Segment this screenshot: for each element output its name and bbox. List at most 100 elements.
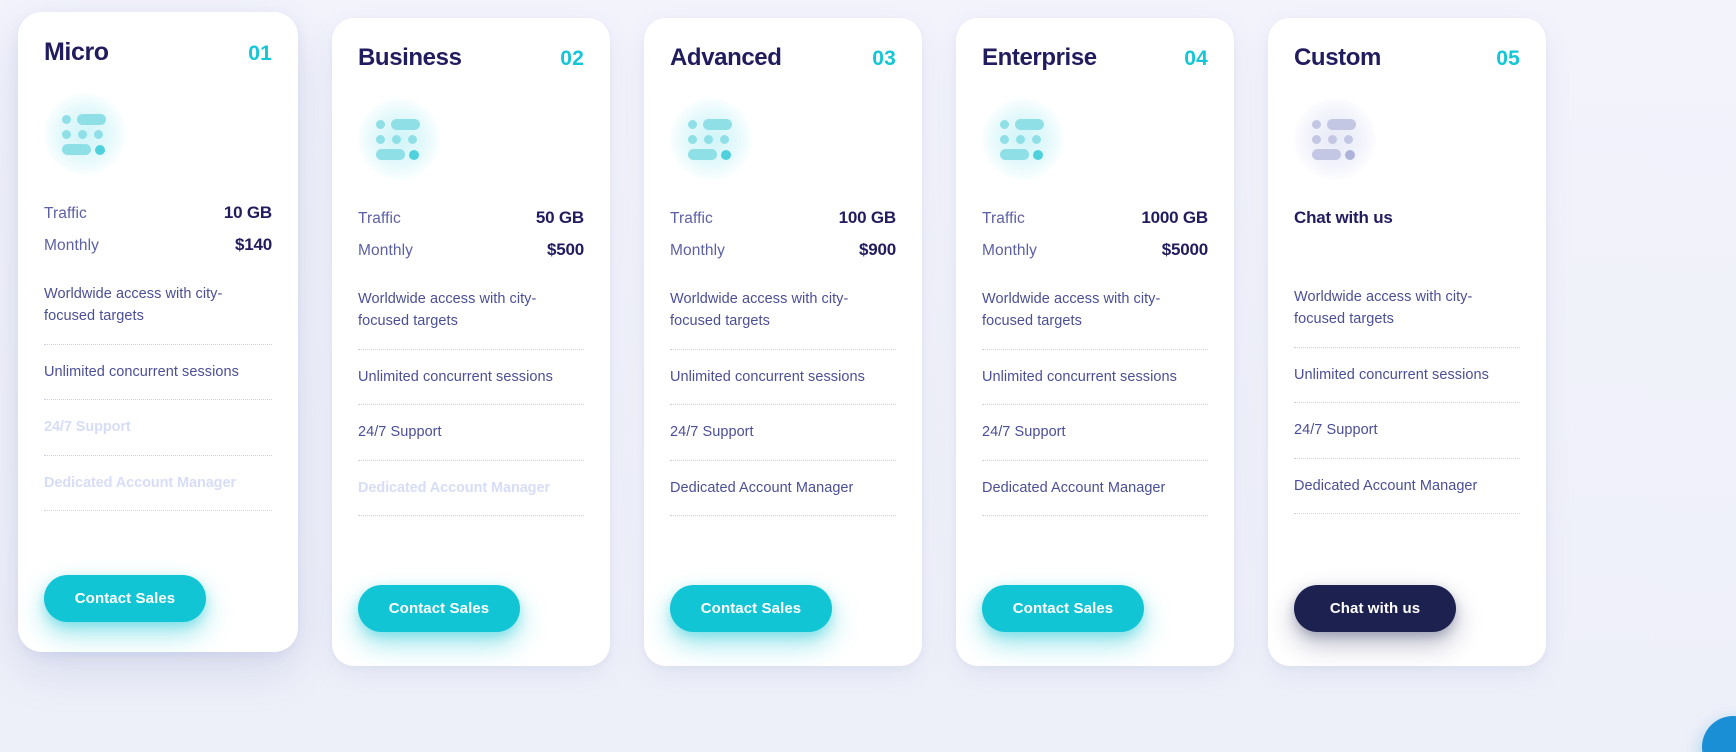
monthly-label: Monthly (670, 242, 725, 259)
spec-row-monthly: Monthly $5000 (982, 234, 1208, 266)
traffic-value: 50 GB (535, 208, 584, 227)
plan-name: Micro (44, 38, 109, 66)
feature-text: Dedicated Account Manager (982, 479, 1166, 496)
feature-list: Worldwide access with city-focused targe… (1294, 286, 1520, 515)
traffic-value: 1000 GB (1141, 208, 1208, 227)
feature-text: Dedicated Account Manager (670, 479, 854, 496)
feature-item: 24/7 Support (1294, 419, 1520, 459)
feature-item: Unlimited concurrent sessions (1294, 364, 1520, 404)
pricing-card-advanced[interactable]: Advanced 03 Traffic 100 GB Monthly $900 Worldw… (644, 18, 922, 666)
plan-specs: Traffic 10 GB Monthly $140 (44, 197, 272, 261)
plan-name: Enterprise (982, 44, 1097, 71)
feature-item: Worldwide access with city-focused targe… (982, 288, 1208, 350)
contact-sales-button[interactable]: Contact Sales (670, 585, 832, 632)
contact-sales-button[interactable]: Contact Sales (358, 585, 520, 632)
cta-zone: Contact Sales (358, 585, 584, 632)
card-header: Business 02 (358, 44, 584, 72)
monthly-price: $900 (858, 240, 896, 259)
plan-specs: Chat with us (1294, 202, 1520, 264)
pricing-card-business[interactable]: Business 02 Traffic 50 GB Monthly $500 Worldwi… (332, 18, 610, 666)
feature-item: 24/7 Support (44, 416, 272, 456)
feature-text: Worldwide access with city-focused targe… (358, 291, 537, 330)
cta-zone: Contact Sales (670, 585, 896, 632)
contact-sales-button[interactable]: Contact Sales (982, 585, 1144, 632)
feature-item: Dedicated Account Manager (44, 472, 272, 512)
feature-list: Worldwide access with city-focused targe… (982, 288, 1208, 517)
traffic-label: Traffic (44, 205, 87, 222)
feature-item: 24/7 Support (670, 421, 896, 461)
feature-list: Worldwide access with city-focused targe… (670, 288, 896, 517)
spec-row-traffic: Traffic 10 GB (44, 197, 272, 229)
traffic-value: 100 GB (838, 208, 897, 227)
feature-text: Dedicated Account Manager (1294, 477, 1478, 494)
spec-row-traffic: Traffic 1000 GB (982, 202, 1208, 234)
plan-index: 01 (248, 42, 272, 65)
feature-list: Worldwide access with city-focused targe… (44, 283, 272, 512)
monthly-label: Monthly (982, 242, 1037, 259)
chat-heading: Chat with us (1294, 208, 1393, 227)
feature-item: Dedicated Account Manager (1294, 475, 1520, 515)
monthly-label: Monthly (44, 237, 99, 254)
plan-index: 03 (872, 47, 896, 70)
chat-with-us-button[interactable]: Chat with us (1294, 585, 1456, 632)
monthly-label: Monthly (358, 242, 413, 259)
contact-sales-button[interactable]: Contact Sales (44, 575, 206, 622)
feature-item: Worldwide access with city-focused targe… (358, 288, 584, 350)
feature-item: Dedicated Account Manager (358, 477, 584, 517)
feature-list: Worldwide access with city-focused targe… (358, 288, 584, 517)
pricing-card-enterprise[interactable]: Enterprise 04 Traffic 1000 GB Monthly $5000 Wo… (956, 18, 1234, 666)
plan-specs: Traffic 50 GB Monthly $500 (358, 202, 584, 266)
plan-icon (44, 93, 126, 175)
feature-text: Worldwide access with city-focused targe… (1294, 289, 1473, 328)
spec-row-monthly: Monthly $500 (358, 234, 584, 266)
plan-specs: Traffic 100 GB Monthly $900 (670, 202, 896, 266)
feature-text: 24/7 Support (358, 424, 442, 441)
card-header: Micro 01 (44, 38, 272, 67)
plan-name: Custom (1294, 44, 1381, 71)
sliders-grid-icon (62, 114, 108, 155)
feature-text: Dedicated Account Manager (358, 479, 550, 496)
plan-icon (670, 98, 752, 180)
feature-text: 24/7 Support (670, 424, 754, 441)
feature-text: Unlimited concurrent sessions (358, 368, 553, 385)
feature-text: Unlimited concurrent sessions (670, 368, 865, 385)
feature-item: Dedicated Account Manager (670, 477, 896, 517)
feature-item: 24/7 Support (358, 421, 584, 461)
traffic-label: Traffic (982, 210, 1025, 227)
feature-text: Unlimited concurrent sessions (44, 363, 239, 380)
plan-specs: Traffic 1000 GB Monthly $5000 (982, 202, 1208, 266)
pricing-card-micro[interactable]: Micro 01 Traffic 10 GB Monthly $140 Worldwide … (18, 12, 298, 652)
feature-text: 24/7 Support (1294, 422, 1378, 439)
plan-icon (358, 98, 440, 180)
spec-row-traffic: Traffic 50 GB (358, 202, 584, 234)
spec-row-monthly: Monthly $140 (44, 229, 272, 261)
cta-zone: Contact Sales (44, 575, 272, 622)
feature-text: Dedicated Account Manager (44, 474, 236, 491)
traffic-value: 10 GB (223, 203, 272, 222)
feature-text: Worldwide access with city-focused targe… (670, 291, 849, 330)
feature-item: 24/7 Support (982, 421, 1208, 461)
traffic-label: Traffic (670, 210, 713, 227)
spec-row-traffic: Traffic 100 GB (670, 202, 896, 234)
plan-icon (982, 98, 1064, 180)
spec-row-monthly: Monthly $900 (670, 234, 896, 266)
plan-index: 04 (1184, 47, 1208, 70)
feature-text: Worldwide access with city-focused targe… (982, 291, 1161, 330)
plan-index: 05 (1496, 47, 1520, 70)
sliders-grid-icon (688, 119, 734, 160)
cta-zone: Contact Sales (982, 585, 1208, 632)
card-header: Enterprise 04 (982, 44, 1208, 72)
pricing-plans-page: Micro 01 Traffic 10 GB Monthly $140 Worldwide … (0, 0, 1736, 752)
feature-item: Dedicated Account Manager (982, 477, 1208, 517)
feature-item: Worldwide access with city-focused targe… (1294, 286, 1520, 348)
feature-text: 24/7 Support (982, 424, 1066, 441)
sliders-grid-icon (1000, 119, 1046, 160)
monthly-price: $500 (546, 240, 584, 259)
feature-item: Unlimited concurrent sessions (982, 366, 1208, 406)
plan-icon (1294, 98, 1376, 180)
card-header: Advanced 03 (670, 44, 896, 72)
plan-name: Advanced (670, 44, 782, 71)
pricing-card-custom[interactable]: Custom 05 Chat with us Worldwide access wit… (1268, 18, 1546, 666)
plan-index: 02 (560, 47, 584, 70)
sliders-grid-icon (1312, 119, 1358, 160)
